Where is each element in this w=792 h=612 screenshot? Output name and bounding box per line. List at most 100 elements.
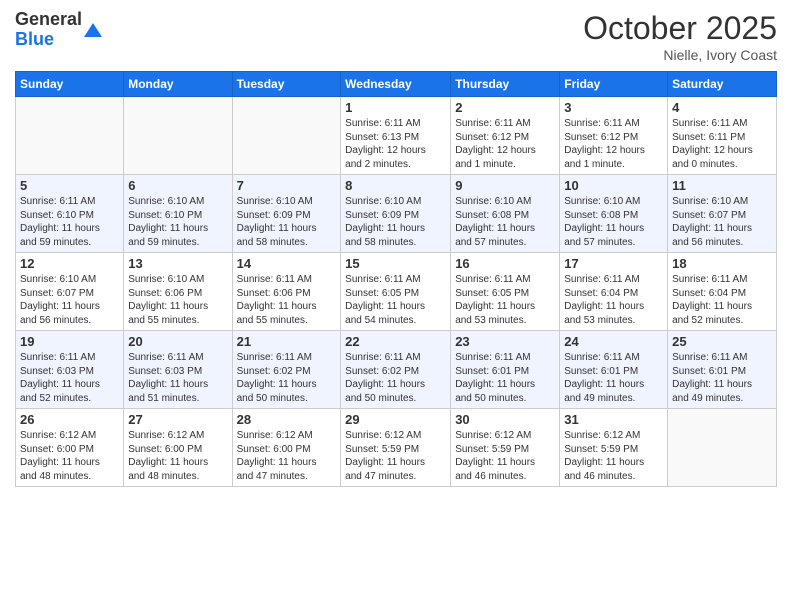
day-number: 7 [237, 178, 337, 193]
weekday-header-monday: Monday [124, 72, 232, 97]
day-number: 3 [564, 100, 663, 115]
day-number: 9 [455, 178, 555, 193]
calendar-table: SundayMondayTuesdayWednesdayThursdayFrid… [15, 71, 777, 487]
day-info: Sunrise: 6:11 AM Sunset: 6:11 PM Dayligh… [672, 117, 772, 171]
day-number: 10 [564, 178, 663, 193]
calendar-cell [232, 97, 341, 175]
calendar-cell [124, 97, 232, 175]
page: General Blue October 2025 Nielle, Ivory … [0, 0, 792, 497]
weekday-header-thursday: Thursday [451, 72, 560, 97]
calendar-cell: 29 Sunrise: 6:12 AM Sunset: 5:59 PM Dayli… [341, 409, 451, 487]
weekday-header-row: SundayMondayTuesdayWednesdayThursdayFrid… [16, 72, 777, 97]
weekday-header-tuesday: Tuesday [232, 72, 341, 97]
calendar-cell: 30Sunrise: 6:12 AM Sunset: 5:59 PM Dayli… [451, 409, 560, 487]
day-number: 13 [128, 256, 227, 271]
day-number: 28 [237, 412, 337, 427]
day-info: Sunrise: 6:12 AM Sunset: 5:59 PM Dayligh… [564, 429, 663, 483]
day-number: 2 [455, 100, 555, 115]
calendar-cell: 10 Sunrise: 6:10 AM Sunset: 6:08 PM Dayli… [560, 175, 668, 253]
day-info: Sunrise: 6:11 AM Sunset: 6:05 PM Dayligh… [455, 273, 555, 327]
day-number: 5 [20, 178, 119, 193]
logo-general: General [15, 10, 82, 30]
day-info: Sunrise: 6:10 AM Sunset: 6:10 PM Dayligh… [128, 195, 227, 249]
day-number: 4 [672, 100, 772, 115]
calendar-cell: 18 Sunrise: 6:11 AM Sunset: 6:04 PM Dayli… [668, 253, 777, 331]
calendar-cell: 14 Sunrise: 6:11 AM Sunset: 6:06 PM Dayli… [232, 253, 341, 331]
day-number: 20 [128, 334, 227, 349]
calendar-cell: 28 Sunrise: 6:12 AM Sunset: 6:00 PM Dayli… [232, 409, 341, 487]
day-info: Sunrise: 6:10 AM Sunset: 6:08 PM Dayligh… [455, 195, 555, 249]
day-info: Sunrise: 6:11 AM Sunset: 6:04 PM Dayligh… [672, 273, 772, 327]
calendar-cell: 24 Sunrise: 6:11 AM Sunset: 6:01 PM Dayli… [560, 331, 668, 409]
day-info: Sunrise: 6:10 AM Sunset: 6:09 PM Dayligh… [237, 195, 337, 249]
day-info: Sunrise: 6:12 AM Sunset: 6:00 PM Dayligh… [128, 429, 227, 483]
day-info: Sunrise: 6:12 AM Sunset: 5:59 PM Dayligh… [345, 429, 446, 483]
day-number: 16 [455, 256, 555, 271]
calendar-cell: 19 Sunrise: 6:11 AM Sunset: 6:03 PM Dayli… [16, 331, 124, 409]
day-number: 8 [345, 178, 446, 193]
calendar-cell: 22Sunrise: 6:11 AM Sunset: 6:02 PM Dayli… [341, 331, 451, 409]
calendar-week-row: 1Sunrise: 6:11 AM Sunset: 6:13 PM Daylig… [16, 97, 777, 175]
calendar-cell: 16 Sunrise: 6:11 AM Sunset: 6:05 PM Dayli… [451, 253, 560, 331]
weekday-header-saturday: Saturday [668, 72, 777, 97]
day-info: Sunrise: 6:12 AM Sunset: 6:00 PM Dayligh… [237, 429, 337, 483]
day-number: 22 [345, 334, 446, 349]
day-info: Sunrise: 6:11 AM Sunset: 6:01 PM Dayligh… [455, 351, 555, 405]
day-number: 24 [564, 334, 663, 349]
day-number: 15 [345, 256, 446, 271]
calendar-cell: 26 Sunrise: 6:12 AM Sunset: 6:00 PM Dayli… [16, 409, 124, 487]
day-info: Sunrise: 6:11 AM Sunset: 6:03 PM Dayligh… [20, 351, 119, 405]
calendar-week-row: 26 Sunrise: 6:12 AM Sunset: 6:00 PM Dayli… [16, 409, 777, 487]
calendar-cell: 5Sunrise: 6:11 AM Sunset: 6:10 PM Daylig… [16, 175, 124, 253]
day-number: 17 [564, 256, 663, 271]
calendar-cell: 27 Sunrise: 6:12 AM Sunset: 6:00 PM Dayli… [124, 409, 232, 487]
header: General Blue October 2025 Nielle, Ivory … [15, 10, 777, 63]
weekday-header-sunday: Sunday [16, 72, 124, 97]
logo-text: General Blue [15, 10, 82, 50]
calendar-cell: 1Sunrise: 6:11 AM Sunset: 6:13 PM Daylig… [341, 97, 451, 175]
day-number: 27 [128, 412, 227, 427]
calendar-cell: 23Sunrise: 6:11 AM Sunset: 6:01 PM Dayli… [451, 331, 560, 409]
day-info: Sunrise: 6:11 AM Sunset: 6:06 PM Dayligh… [237, 273, 337, 327]
day-number: 18 [672, 256, 772, 271]
day-number: 14 [237, 256, 337, 271]
day-number: 26 [20, 412, 119, 427]
calendar-cell: 25 Sunrise: 6:11 AM Sunset: 6:01 PM Dayli… [668, 331, 777, 409]
title-block: October 2025 Nielle, Ivory Coast [583, 10, 777, 63]
logo-shape: General Blue [15, 10, 102, 50]
day-number: 6 [128, 178, 227, 193]
day-info: Sunrise: 6:10 AM Sunset: 6:07 PM Dayligh… [672, 195, 772, 249]
day-info: Sunrise: 6:12 AM Sunset: 6:00 PM Dayligh… [20, 429, 119, 483]
calendar-cell: 6 Sunrise: 6:10 AM Sunset: 6:10 PM Daylig… [124, 175, 232, 253]
day-info: Sunrise: 6:11 AM Sunset: 6:04 PM Dayligh… [564, 273, 663, 327]
calendar-cell: 8Sunrise: 6:10 AM Sunset: 6:09 PM Daylig… [341, 175, 451, 253]
day-info: Sunrise: 6:11 AM Sunset: 6:05 PM Dayligh… [345, 273, 446, 327]
calendar-cell: 17 Sunrise: 6:11 AM Sunset: 6:04 PM Dayli… [560, 253, 668, 331]
day-number: 30 [455, 412, 555, 427]
day-info: Sunrise: 6:11 AM Sunset: 6:03 PM Dayligh… [128, 351, 227, 405]
calendar-cell: 21Sunrise: 6:11 AM Sunset: 6:02 PM Dayli… [232, 331, 341, 409]
day-info: Sunrise: 6:11 AM Sunset: 6:12 PM Dayligh… [564, 117, 663, 171]
calendar-week-row: 19 Sunrise: 6:11 AM Sunset: 6:03 PM Dayli… [16, 331, 777, 409]
day-info: Sunrise: 6:10 AM Sunset: 6:08 PM Dayligh… [564, 195, 663, 249]
day-info: Sunrise: 6:11 AM Sunset: 6:02 PM Dayligh… [237, 351, 337, 405]
logo-icon [84, 21, 102, 39]
day-number: 1 [345, 100, 446, 115]
weekday-header-wednesday: Wednesday [341, 72, 451, 97]
calendar-cell [16, 97, 124, 175]
month-title: October 2025 [583, 10, 777, 47]
logo: General Blue [15, 10, 102, 50]
day-number: 12 [20, 256, 119, 271]
day-number: 25 [672, 334, 772, 349]
day-info: Sunrise: 6:11 AM Sunset: 6:01 PM Dayligh… [564, 351, 663, 405]
calendar-week-row: 5Sunrise: 6:11 AM Sunset: 6:10 PM Daylig… [16, 175, 777, 253]
day-number: 29 [345, 412, 446, 427]
day-info: Sunrise: 6:10 AM Sunset: 6:07 PM Dayligh… [20, 273, 119, 327]
calendar-cell: 4 Sunrise: 6:11 AM Sunset: 6:11 PM Daylig… [668, 97, 777, 175]
day-number: 19 [20, 334, 119, 349]
calendar-cell: 9 Sunrise: 6:10 AM Sunset: 6:08 PM Daylig… [451, 175, 560, 253]
day-info: Sunrise: 6:11 AM Sunset: 6:01 PM Dayligh… [672, 351, 772, 405]
day-number: 11 [672, 178, 772, 193]
calendar-cell: 20 Sunrise: 6:11 AM Sunset: 6:03 PM Dayli… [124, 331, 232, 409]
calendar-cell: 13Sunrise: 6:10 AM Sunset: 6:06 PM Dayli… [124, 253, 232, 331]
